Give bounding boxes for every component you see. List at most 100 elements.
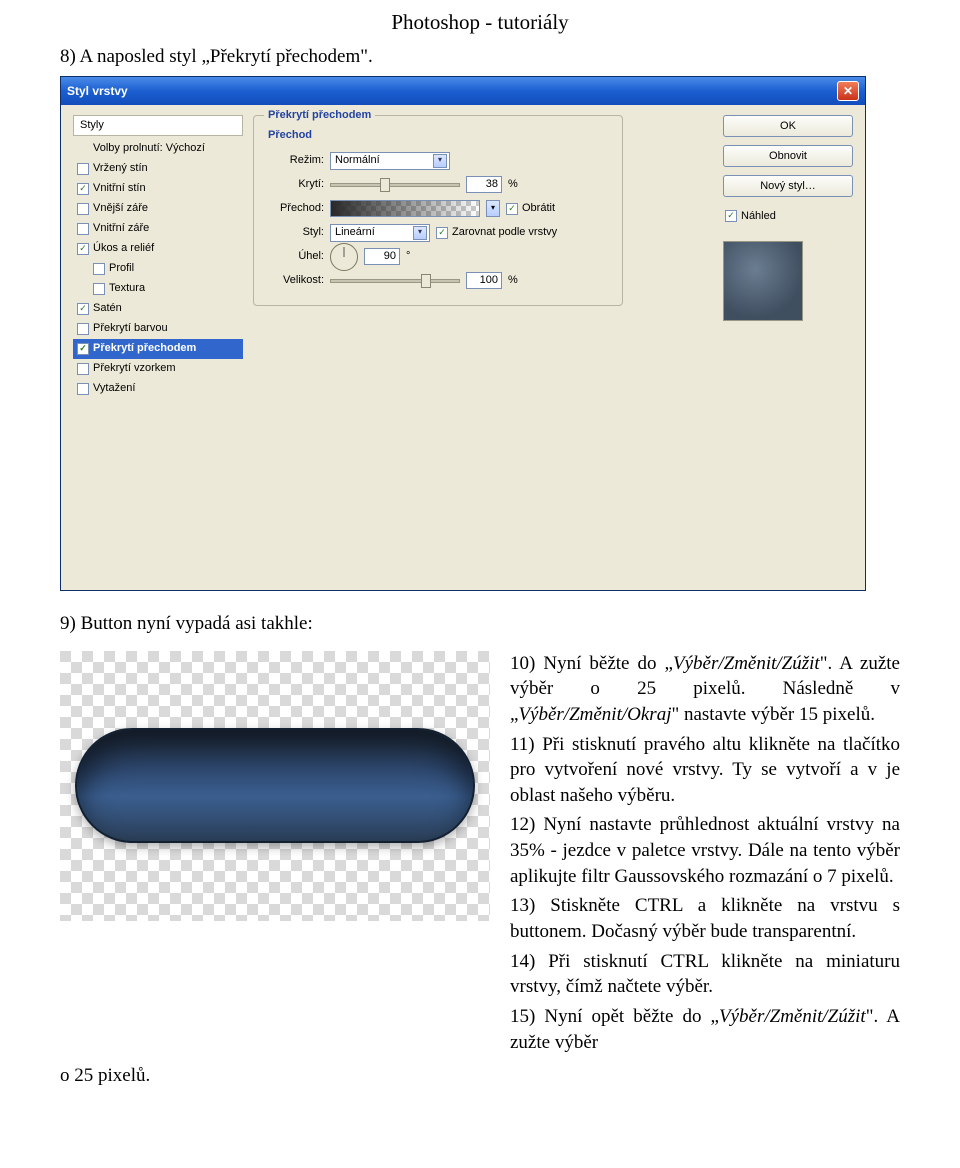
slider-thumb[interactable] [421, 274, 431, 288]
close-icon[interactable]: ✕ [837, 81, 859, 101]
opacity-slider[interactable] [330, 183, 460, 187]
checkbox[interactable] [77, 383, 89, 395]
gradient-label: Přechod: [264, 201, 324, 216]
instructions-column: 10) Nyní běžte do „Výběr/Změnit/Zúžit". … [510, 651, 900, 1060]
item-label: Překrytí přechodem [93, 341, 196, 356]
reverse-checkbox[interactable]: ✓ Obrátit [506, 201, 555, 216]
scale-slider[interactable] [330, 279, 460, 283]
gradient-overlay-fieldset: Překrytí přechodem Přechod Režim: Normál… [253, 115, 623, 306]
item-label: Profil [109, 261, 134, 276]
checkbox[interactable]: ✓ [77, 243, 89, 255]
dialog-title: Styl vrstvy [67, 83, 128, 99]
step-10-a: 10) Nyní běžte do „ [510, 653, 673, 674]
step-15-tail: o 25 pixelů. [60, 1063, 900, 1089]
layer-style-dialog: Styl vrstvy ✕ Styly Volby prolnutí: Vých… [60, 76, 866, 591]
step-10-c: " nastavte výběr 15 pixelů. [671, 704, 875, 725]
opacity-input[interactable]: 38 [466, 176, 502, 193]
item-label: Vržený stín [93, 161, 148, 176]
gradient-swatch[interactable] [330, 200, 480, 217]
fieldset-subtitle: Přechod [268, 128, 612, 143]
list-item-stroke[interactable]: Vytažení [73, 379, 243, 399]
list-item-satin[interactable]: ✓ Satén [73, 299, 243, 319]
scale-input[interactable]: 100 [466, 272, 502, 289]
list-item-drop-shadow[interactable]: Vržený stín [73, 159, 243, 179]
list-item-texture[interactable]: Textura [73, 279, 243, 299]
page-title: Photoshop - tutoriály [0, 0, 960, 36]
checkbox[interactable]: ✓ [725, 210, 737, 222]
item-label: Satén [93, 301, 122, 316]
list-item-color-overlay[interactable]: Překrytí barvou [73, 319, 243, 339]
step-15-a: 15) Nyní opět běžte do „ [510, 1006, 719, 1027]
styles-list: Styly Volby prolnutí: Výchozí Vržený stí… [73, 115, 243, 580]
item-label: Vnitřní záře [93, 221, 149, 236]
item-label: Vnější záře [93, 201, 148, 216]
list-item-gradient-overlay[interactable]: ✓ Překrytí přechodem [73, 339, 243, 359]
scale-unit: % [508, 273, 518, 288]
titlebar: Styl vrstvy ✕ [61, 77, 865, 105]
rendered-button [75, 728, 475, 843]
button-preview-canvas [60, 651, 490, 921]
blend-mode-select[interactable]: Normální ▾ [330, 152, 450, 170]
list-item-blend-options[interactable]: Volby prolnutí: Výchozí [73, 139, 243, 159]
step-9: 9) Button nyní vypadá asi takhle: [60, 611, 900, 637]
select-value: Lineární [335, 225, 375, 240]
preview-label: Náhled [741, 209, 776, 224]
item-label: Volby prolnutí: Výchozí [93, 141, 205, 156]
reverse-label: Obrátit [522, 201, 555, 216]
opacity-unit: % [508, 177, 518, 192]
item-label: Úkos a reliéf [93, 241, 154, 256]
checkbox[interactable] [77, 163, 89, 175]
chevron-down-icon: ▾ [433, 154, 447, 168]
reset-button[interactable]: Obnovit [723, 145, 853, 167]
item-label: Textura [109, 281, 145, 296]
select-value: Normální [335, 153, 380, 168]
list-item-inner-shadow[interactable]: ✓ Vnitřní stín [73, 179, 243, 199]
step-8: 8) A naposled styl „Překrytí přechodem". [60, 44, 900, 70]
preview-swatch [723, 241, 803, 321]
checkbox[interactable] [77, 203, 89, 215]
style-label: Styl: [264, 225, 324, 240]
angle-dial[interactable] [330, 243, 358, 271]
checkbox[interactable]: ✓ [77, 303, 89, 315]
menu-path: Výběr/Změnit/Zúžit [719, 1006, 866, 1027]
fieldset-title: Překrytí přechodem [264, 108, 375, 123]
step-13: 13) Stiskněte CTRL a klikněte na vrstvu … [510, 893, 900, 944]
checkbox-spacer [77, 143, 89, 155]
styles-header[interactable]: Styly [73, 115, 243, 136]
item-label: Vnitřní stín [93, 181, 146, 196]
new-style-button[interactable]: Nový styl… [723, 175, 853, 197]
step-12: 12) Nyní nastavte průhlednost aktuální v… [510, 812, 900, 889]
item-label: Překrytí vzorkem [93, 361, 176, 376]
checkbox[interactable] [93, 283, 105, 295]
chevron-down-icon: ▾ [413, 226, 427, 240]
checkbox[interactable]: ✓ [77, 183, 89, 195]
list-item-contour[interactable]: Profil [73, 259, 243, 279]
checkbox[interactable] [77, 363, 89, 375]
opacity-label: Krytí: [264, 177, 324, 192]
checkbox[interactable] [93, 263, 105, 275]
list-item-inner-glow[interactable]: Vnitřní záře [73, 219, 243, 239]
list-item-bevel[interactable]: ✓ Úkos a reliéf [73, 239, 243, 259]
align-label: Zarovnat podle vrstvy [452, 225, 557, 240]
scale-label: Velikost: [264, 273, 324, 288]
slider-thumb[interactable] [380, 178, 390, 192]
item-label: Překrytí barvou [93, 321, 168, 336]
step-14: 14) Při stisknutí CTRL klikněte na minia… [510, 949, 900, 1000]
chevron-down-icon[interactable]: ▾ [486, 200, 500, 217]
item-label: Vytažení [93, 381, 135, 396]
step-11: 11) Při stisknutí pravého altu klikněte … [510, 732, 900, 809]
menu-path: Výběr/Změnit/Okraj [518, 704, 671, 725]
list-item-pattern-overlay[interactable]: Překrytí vzorkem [73, 359, 243, 379]
checkbox[interactable]: ✓ [77, 343, 89, 355]
style-select[interactable]: Lineární ▾ [330, 224, 430, 242]
angle-label: Úhel: [264, 249, 324, 264]
angle-unit: ° [406, 249, 410, 264]
align-checkbox[interactable]: ✓ Zarovnat podle vrstvy [436, 225, 557, 240]
list-item-outer-glow[interactable]: Vnější záře [73, 199, 243, 219]
angle-input[interactable]: 90 [364, 248, 400, 265]
checkbox[interactable] [77, 223, 89, 235]
ok-button[interactable]: OK [723, 115, 853, 137]
checkbox[interactable] [77, 323, 89, 335]
preview-checkbox-row[interactable]: ✓ Náhled [723, 205, 853, 227]
blend-mode-label: Režim: [264, 153, 324, 168]
